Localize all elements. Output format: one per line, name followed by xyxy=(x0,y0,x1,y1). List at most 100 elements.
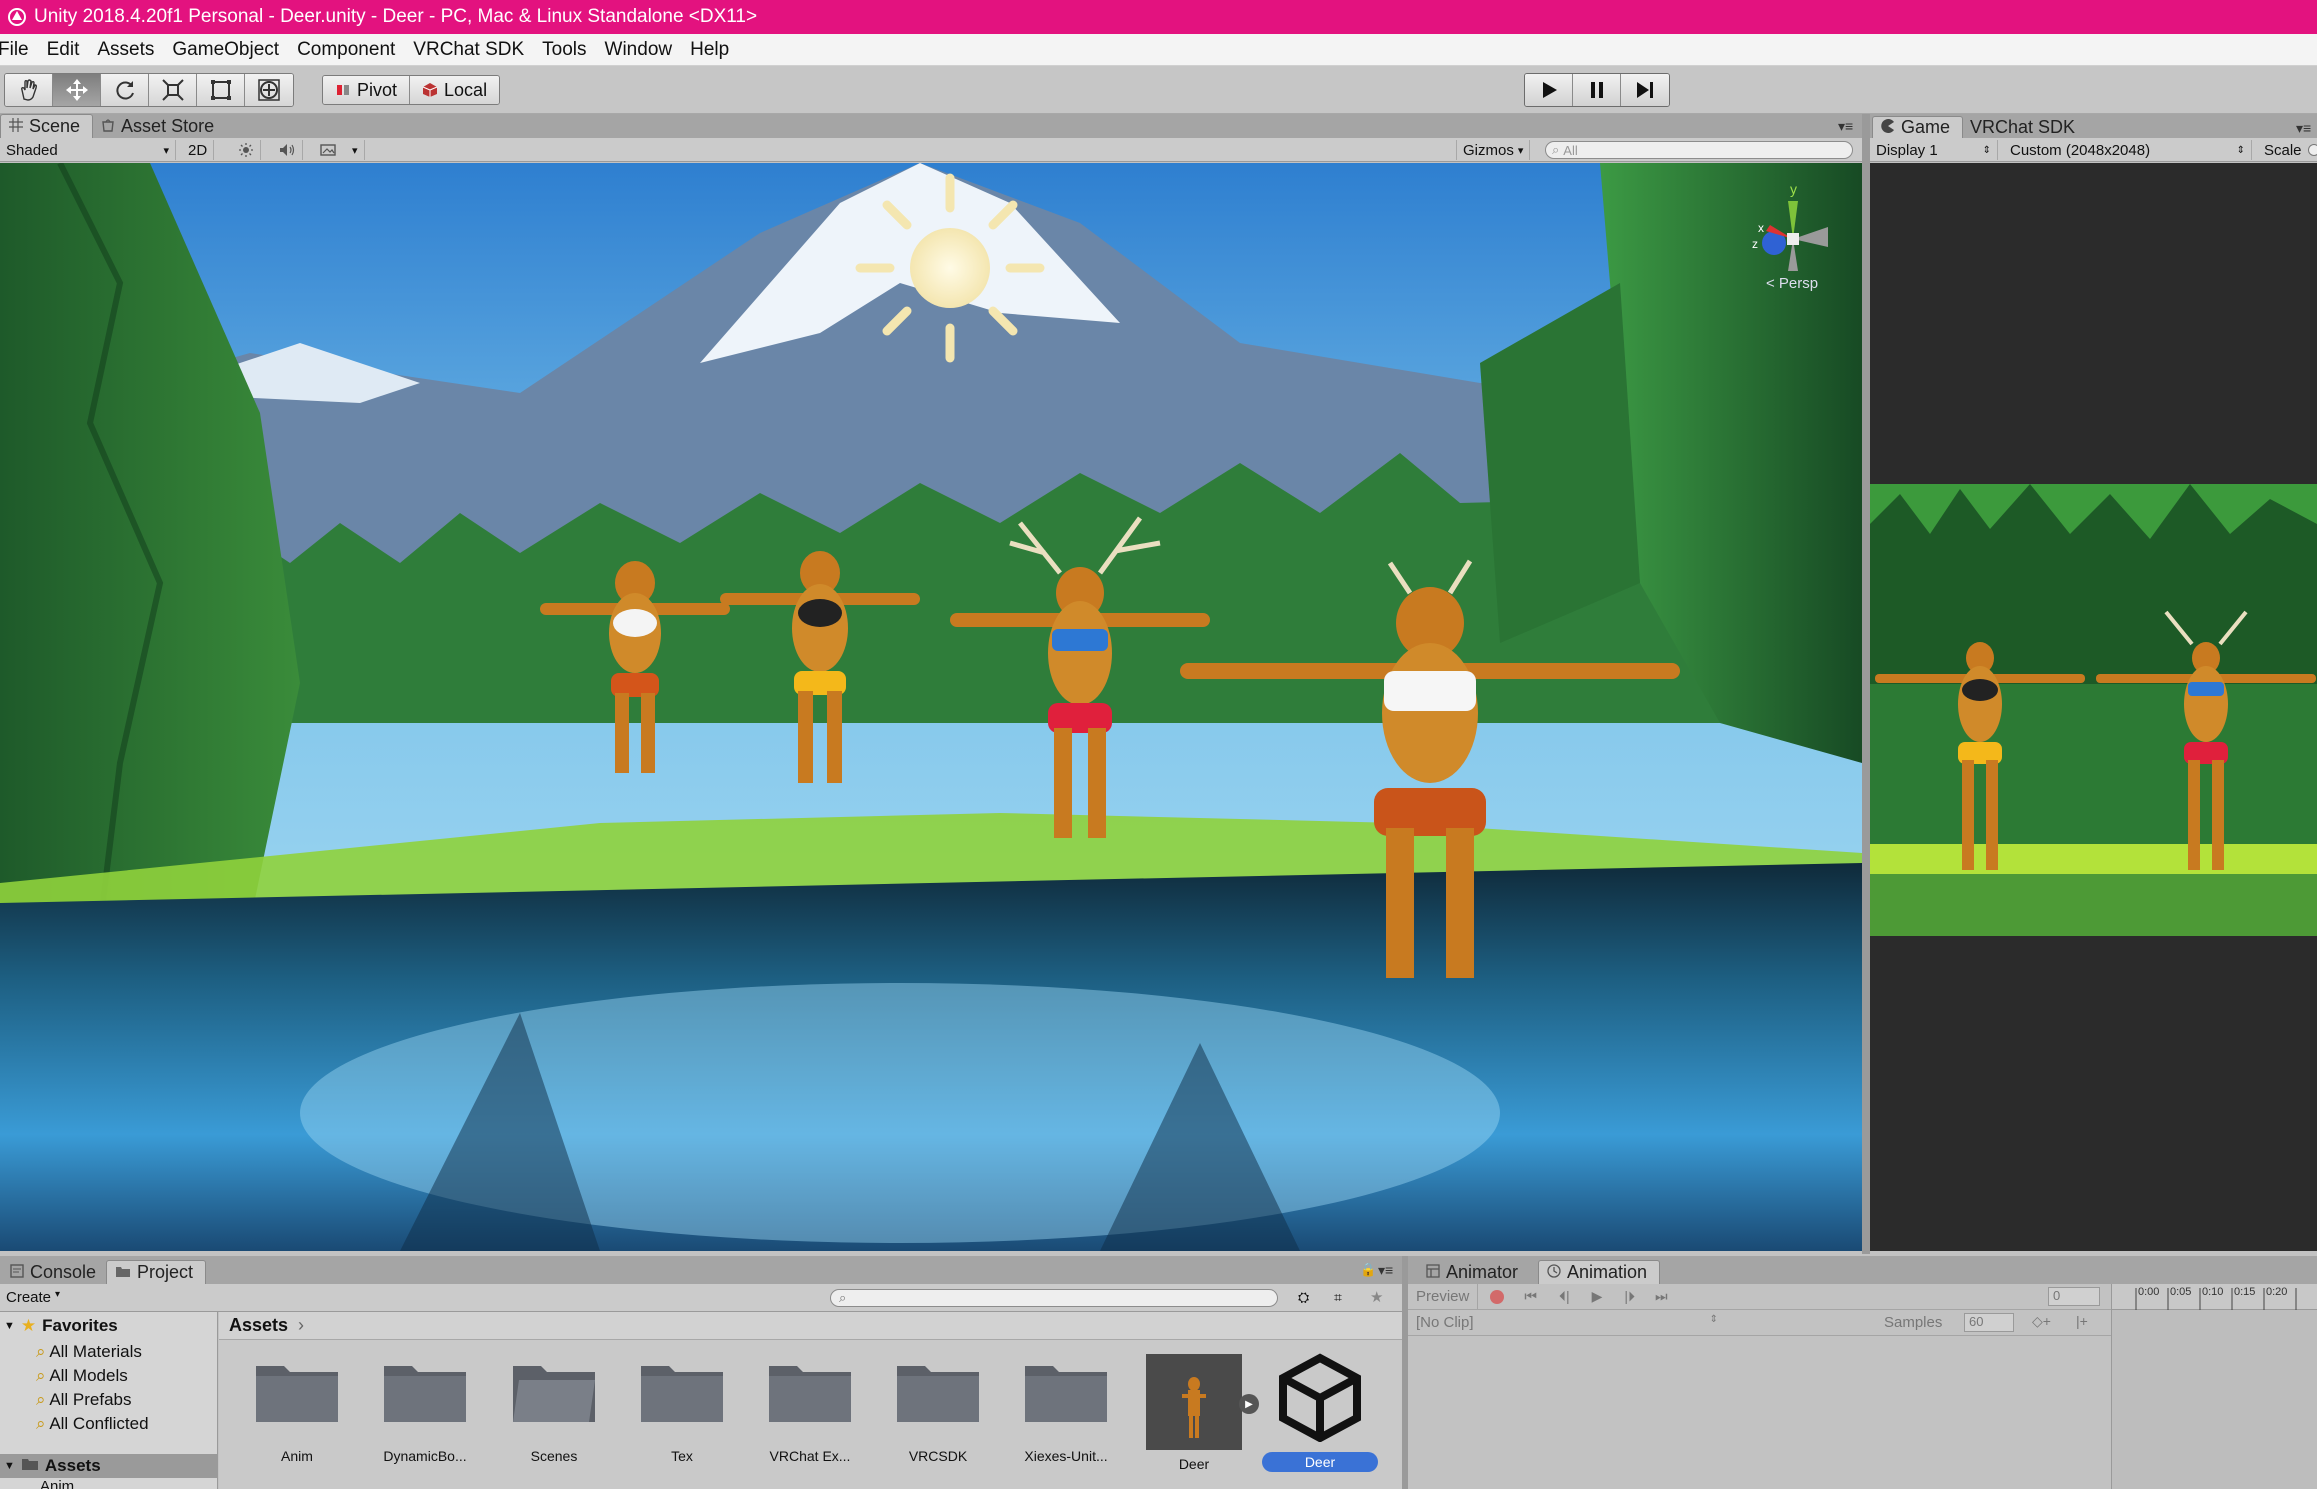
star-icon[interactable]: ★ xyxy=(1370,1288,1383,1306)
tab-console[interactable]: Console xyxy=(2,1260,108,1284)
expand-circle-icon[interactable]: ▶ xyxy=(1239,1394,1259,1414)
assets-root-item[interactable]: ▼ Assets xyxy=(0,1454,217,1478)
game-view[interactable] xyxy=(1870,163,2317,1251)
menu-assets[interactable]: Assets xyxy=(88,39,163,61)
audio-toggle[interactable] xyxy=(272,140,303,160)
scale-slider[interactable]: Scale xyxy=(2258,140,2317,160)
asset-item[interactable]: VRChat Ex... xyxy=(755,1360,865,1464)
tab-vrchat-sdk[interactable]: VRChat SDK xyxy=(1962,116,2087,138)
next-keyframe-icon[interactable]: |⏵ xyxy=(1624,1288,1635,1305)
updown-icon: ⇕ xyxy=(1982,144,1991,156)
local-button[interactable]: Local xyxy=(410,76,500,104)
panel-menu-icon[interactable]: ▾≡ xyxy=(1838,118,1853,135)
menu-help[interactable]: Help xyxy=(681,39,738,61)
tab-project[interactable]: Project xyxy=(106,1260,207,1284)
display-dropdown[interactable]: Display 1 ⇕ xyxy=(1870,140,1998,160)
tab-game[interactable]: Game xyxy=(1872,116,1964,138)
folder-small-icon xyxy=(21,1456,39,1476)
dropdown-arrow-icon: ▾ xyxy=(352,144,358,157)
panel-splitter[interactable] xyxy=(1862,114,1870,1254)
clip-dropdown[interactable]: [No Clip] ⇕ xyxy=(1416,1314,1718,1331)
last-keyframe-icon[interactable]: ⏭ xyxy=(1655,1288,1668,1305)
play-button[interactable] xyxy=(1525,74,1573,106)
add-keyframe-icon[interactable]: ◇+ xyxy=(2032,1313,2051,1330)
breadcrumb-assets[interactable]: Assets xyxy=(229,1315,288,1336)
image-icon xyxy=(320,144,336,156)
preview-toggle[interactable]: Preview xyxy=(1408,1284,1479,1309)
favorite-all-conflicted[interactable]: ⌕ All Conflicted xyxy=(36,1412,149,1436)
favorites-header[interactable]: ▼ ★ Favorites xyxy=(4,1316,118,1336)
project-tabstrip: Console Project 🔒 ▾≡ xyxy=(0,1256,1402,1284)
timeline-ruler[interactable]: 0:00 0:05 0:10 0:15 0:20 xyxy=(2112,1284,2317,1310)
lock-icon[interactable]: 🔒 xyxy=(1360,1262,1376,1278)
game-render xyxy=(1870,484,2317,936)
play-icon xyxy=(1542,82,1557,98)
tab-scene[interactable]: Scene xyxy=(0,114,94,138)
transform-tool-button[interactable] xyxy=(245,74,293,106)
tab-animation[interactable]: Animation xyxy=(1538,1260,1661,1284)
asset-item[interactable]: VRCSDK xyxy=(883,1360,993,1464)
window-titlebar: Unity 2018.4.20f1 Personal - Deer.unity … xyxy=(0,0,2317,34)
asset-item-model[interactable]: ▶ Deer xyxy=(1139,1354,1259,1472)
asset-item[interactable]: Anim xyxy=(242,1360,352,1464)
lighting-toggle[interactable] xyxy=(232,140,261,160)
transform-tools xyxy=(4,73,294,107)
project-assets-grid: Assets › Anim DynamicBo... Scenes Tex VR… xyxy=(219,1312,1402,1489)
slider-thumb-icon[interactable] xyxy=(2307,144,2317,156)
gizmos-dropdown[interactable]: Gizmos ▾ xyxy=(1456,140,1531,160)
rect-tool-button[interactable] xyxy=(197,74,245,106)
rotate-tool-button[interactable] xyxy=(101,74,149,106)
prev-keyframe-icon[interactable]: ⏴| xyxy=(1559,1288,1570,1305)
asset-item[interactable]: Xiexes-Unit... xyxy=(1011,1360,1121,1464)
menu-window[interactable]: Window xyxy=(596,39,682,61)
frame-field[interactable]: 0 xyxy=(2048,1287,2100,1306)
resolution-dropdown[interactable]: Custom (2048x2048) ⇕ xyxy=(2004,140,2252,160)
scene-viewport[interactable]: y x z < Persp xyxy=(0,163,1862,1251)
play-small-icon[interactable]: ▶ xyxy=(1592,1288,1603,1305)
2d-toggle[interactable]: 2D xyxy=(182,140,215,160)
favorite-all-materials[interactable]: ⌕ All Materials xyxy=(36,1340,149,1364)
shading-mode-dropdown[interactable]: Shaded ▾ xyxy=(0,140,176,160)
orientation-gizmo[interactable]: y x z < Persp xyxy=(1738,181,1848,292)
samples-field[interactable]: 60 xyxy=(1964,1313,2014,1332)
tag-icon[interactable]: ⌗ xyxy=(1334,1289,1342,1306)
favorites-star-icon: ★ xyxy=(20,1316,37,1335)
favorite-all-models[interactable]: ⌕ All Models xyxy=(36,1364,149,1388)
scale-tool-button[interactable] xyxy=(149,74,197,106)
effects-dropdown[interactable]: ▾ xyxy=(314,140,365,160)
menu-edit[interactable]: Edit xyxy=(38,39,89,61)
menu-tools[interactable]: Tools xyxy=(533,39,595,61)
create-dropdown[interactable]: Create ▾ xyxy=(6,1289,60,1306)
menu-component[interactable]: Component xyxy=(288,39,404,61)
move-icon xyxy=(65,79,88,101)
pivot-button[interactable]: Pivot xyxy=(323,76,411,104)
move-tool-button[interactable] xyxy=(53,74,101,106)
tab-animator[interactable]: Animator xyxy=(1418,1260,1530,1284)
menu-vrchat-sdk[interactable]: VRChat SDK xyxy=(404,39,533,61)
panel-menu-icon[interactable]: ▾≡ xyxy=(2296,120,2311,137)
add-event-icon[interactable]: |+ xyxy=(2076,1313,2088,1329)
first-keyframe-icon[interactable]: ⏮ xyxy=(1524,1288,1537,1305)
unity-scene-icon xyxy=(1275,1352,1365,1443)
scene-search-input[interactable]: ⌕ All xyxy=(1545,141,1853,159)
persp-label[interactable]: < Persp xyxy=(1766,275,1818,292)
animation-timeline[interactable]: 0:00 0:05 0:10 0:15 0:20 xyxy=(2112,1284,2317,1489)
tab-asset-store[interactable]: Asset Store xyxy=(93,114,226,138)
asset-item[interactable]: DynamicBo... xyxy=(370,1360,480,1464)
project-search-input[interactable]: ⌕ xyxy=(830,1289,1278,1307)
menu-file[interactable]: File xyxy=(0,39,38,61)
asset-item[interactable]: Scenes xyxy=(499,1360,609,1464)
asset-item[interactable]: Tex xyxy=(627,1360,737,1464)
playback-controls xyxy=(1524,73,1670,107)
pause-button[interactable] xyxy=(1573,74,1621,106)
pacman-icon xyxy=(1881,117,1895,138)
asset-item-scene[interactable]: Deer xyxy=(1262,1352,1378,1472)
record-icon[interactable] xyxy=(1490,1289,1505,1304)
filter-type-icon[interactable]: ⛭ xyxy=(1298,1289,1309,1306)
assets-child-anim[interactable]: Anim xyxy=(40,1478,74,1489)
step-button[interactable] xyxy=(1621,74,1669,106)
menu-gameobject[interactable]: GameObject xyxy=(163,39,288,61)
hand-tool-button[interactable] xyxy=(5,74,53,106)
panel-menu-icon[interactable]: ▾≡ xyxy=(1378,1262,1393,1279)
favorite-all-prefabs[interactable]: ⌕ All Prefabs xyxy=(36,1388,149,1412)
